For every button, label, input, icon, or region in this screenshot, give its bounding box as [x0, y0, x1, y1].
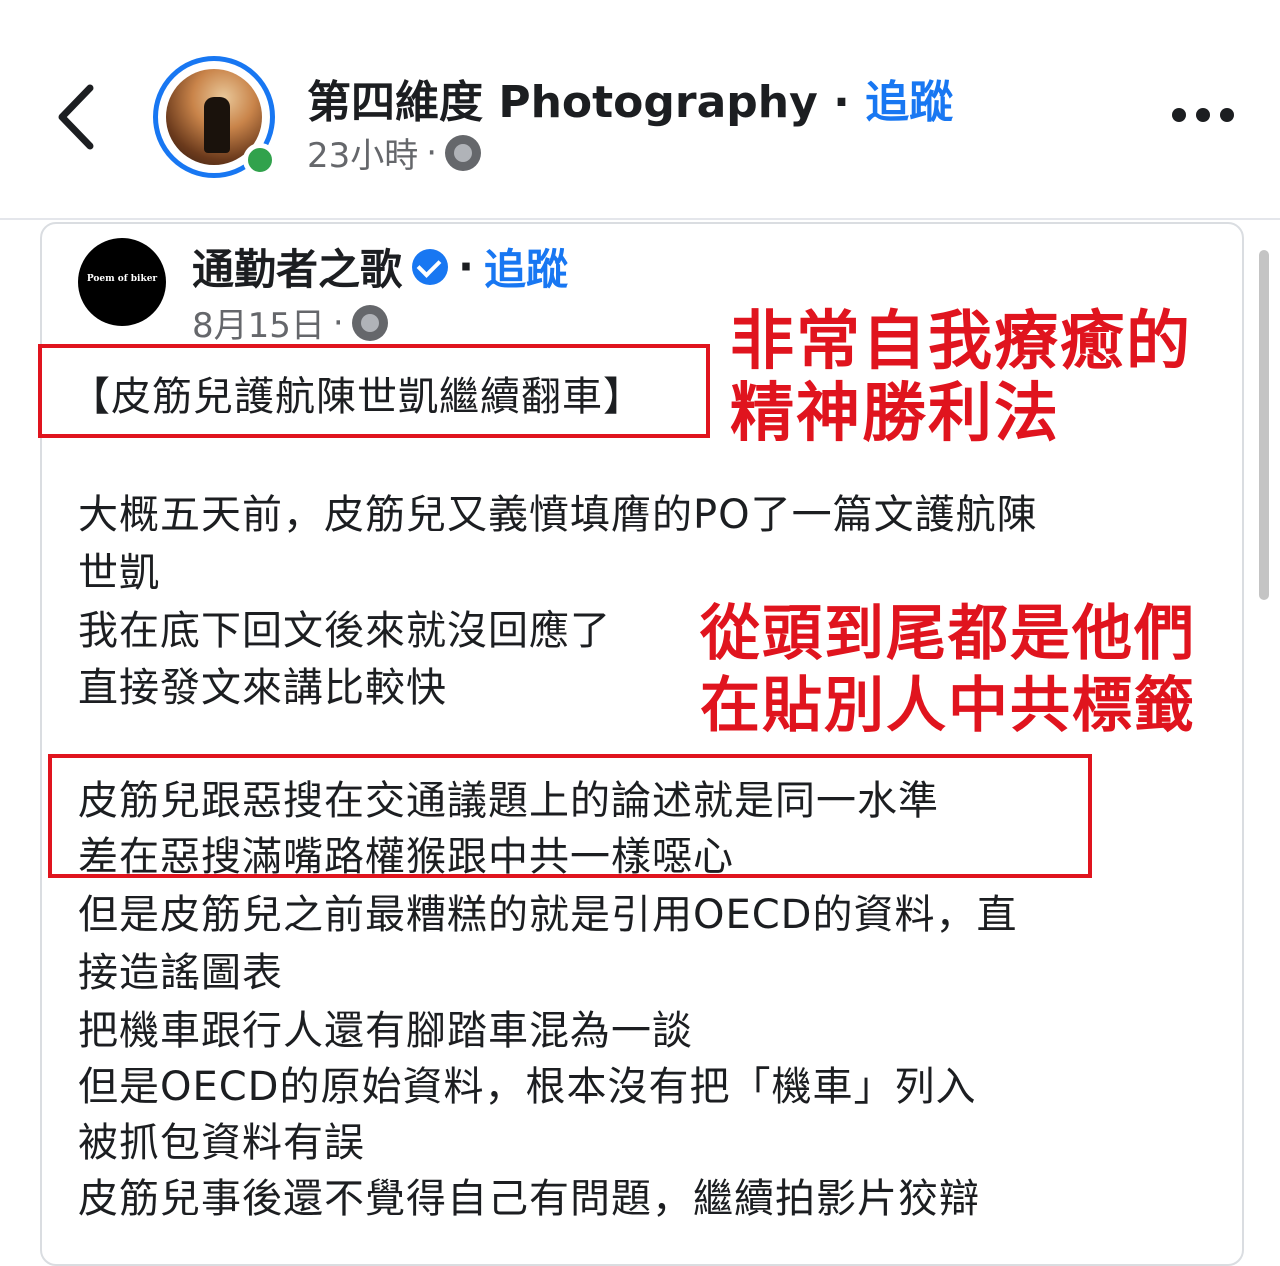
follow-button[interactable]: 追蹤: [865, 77, 953, 128]
shared-post-date[interactable]: 8月15日: [192, 298, 325, 347]
shared-author-line: 通勤者之歌 · 追蹤: [192, 236, 568, 297]
post-line: 差在惡搜滿嘴路權猴跟中共一樣噁心: [78, 834, 734, 880]
globe-icon: [351, 304, 388, 341]
annotation-2: 從頭到尾都是他們 在貼別人中共標籤: [700, 598, 1196, 742]
scrollbar[interactable]: [1259, 250, 1269, 600]
annotation-line: 非常自我療癒的: [730, 305, 1192, 379]
annotation-line: 精神勝利法: [730, 377, 1060, 451]
post-line: 把機車跟行人還有腳踏車混為一談: [78, 1008, 693, 1054]
post-line: 接造謠圖表: [78, 950, 283, 996]
annotation-1: 非常自我療癒的 精神勝利法: [730, 306, 1192, 450]
meta-separator: ·: [426, 132, 438, 173]
shared-author-name[interactable]: 通勤者之歌: [192, 236, 402, 297]
post-time[interactable]: 23小時: [307, 128, 418, 177]
post-line: 但是皮筋兒之前最糟糕的就是引用OECD的資料，直: [78, 892, 1018, 938]
dot: [1172, 108, 1186, 122]
online-status-icon: [243, 143, 277, 177]
post-line: 皮筋兒跟惡搜在交通議題上的論述就是同一水準: [78, 778, 939, 824]
shared-author-avatar[interactable]: Poem of biker: [78, 238, 166, 326]
page-name-line: 第四維度 Photography · 追蹤: [307, 66, 953, 130]
post-header: 第四維度 Photography · 追蹤 23小時 ·: [0, 0, 1280, 220]
post-line: 大概五天前，皮筋兒又義憤填膺的PO了一篇文護航陳: [78, 492, 1038, 538]
post-line: 但是OECD的原始資料，根本沒有把「機車」列入: [78, 1064, 977, 1110]
shared-follow-button[interactable]: 追蹤: [484, 236, 568, 297]
annotation-line: 從頭到尾都是他們: [700, 599, 1196, 669]
post-meta: 23小時 ·: [307, 128, 482, 177]
separator: ·: [833, 77, 850, 128]
post-line: 皮筋兒事後還不覺得自己有問題，繼續拍影片狡辯: [78, 1176, 980, 1222]
separator: ·: [458, 242, 474, 291]
post-line: 被抓包資料有誤: [78, 1120, 365, 1166]
post-title: 【皮筋兒護航陳世凱繼續翻車】: [70, 374, 644, 420]
chevron-left-icon[interactable]: [52, 82, 102, 152]
post-line: 我在底下回文後來就沒回應了: [78, 608, 611, 654]
globe-icon: [445, 134, 482, 171]
page-name[interactable]: 第四維度 Photography: [307, 77, 818, 128]
post-line: 直接發文來講比較快: [78, 665, 447, 711]
more-dots-icon[interactable]: [1172, 108, 1234, 128]
meta-separator: ·: [332, 302, 344, 343]
rider-silhouette: [204, 97, 230, 153]
post-line: 世凱: [78, 550, 160, 596]
verified-badge-icon: [412, 248, 449, 285]
dot: [1196, 108, 1210, 122]
dot: [1220, 108, 1234, 122]
avatar-logo-text: Poem of biker: [86, 274, 158, 284]
shared-post-meta: 8月15日 ·: [192, 298, 388, 347]
annotation-line: 在貼別人中共標籤: [700, 671, 1196, 741]
